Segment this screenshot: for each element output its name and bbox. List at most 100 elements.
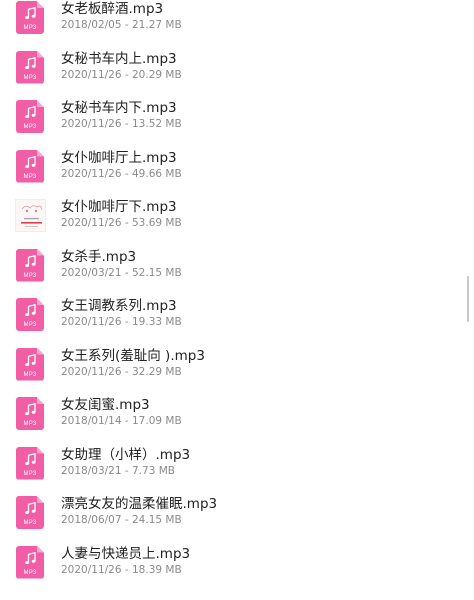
file-ext-label: MP3 [23, 371, 37, 378]
file-ext-label: MP3 [23, 421, 37, 427]
file-name: 女助理（小样）.mp3 [61, 446, 191, 463]
file-size: 52.15 MB [132, 266, 182, 279]
file-meta: 2018/02/05 - 21.27 MB [61, 19, 182, 31]
file-name: 漂亮女友的温柔催眠.mp3 [61, 496, 218, 512]
album-art-thumbnail [15, 199, 46, 232]
mp3-file-icon: MP3 [16, 347, 44, 381]
file-meta: 2020/11/26 - 13.52 MB [61, 118, 182, 130]
file-ext-label: MP3 [23, 272, 37, 279]
meta-separator: - [121, 19, 132, 31]
file-size: 20.29 MB [132, 68, 182, 81]
file-row[interactable]: MP3 漂亮女友的温柔催眠.mp3 2018/06/07 - 24.15 MB [0, 486, 474, 536]
file-meta: 2018/01/14 - 17.09 MB [61, 415, 182, 427]
file-row[interactable]: MP3 女王系列(羞耻向 ).mp3 2020/11/26 - 32.29 MB [0, 338, 474, 388]
file-size: 32.29 MB [132, 365, 182, 378]
file-ext-label: MP3 [23, 25, 37, 31]
page-fold-icon [37, 100, 44, 107]
mp3-file-icon: MP3 [16, 397, 44, 430]
meta-separator: - [121, 514, 132, 526]
file-ext-label: MP3 [23, 173, 37, 180]
file-meta: 2018/06/07 - 24.15 MB [61, 514, 182, 526]
meta-separator: - [121, 118, 132, 130]
file-meta: 2020/11/26 - 20.29 MB [61, 69, 182, 81]
file-ext-label: MP3 [23, 470, 37, 477]
file-meta: 2020/03/21 - 52.15 MB [61, 267, 182, 279]
meta-separator: - [121, 464, 132, 477]
mp3-file-icon: MP3 [16, 248, 44, 282]
file-name: 女老板醉酒.mp3 [61, 1, 164, 17]
page-fold-icon [37, 149, 44, 157]
file-row[interactable]: MP3 女王调教系列.mp3 2020/11/26 - 19.33 MB [0, 288, 474, 338]
file-name: 人妻与快递员上.mp3 [61, 545, 191, 562]
file-date: 2020/11/26 [61, 316, 122, 328]
file-row[interactable]: MP3 女秘书车内下.mp3 2020/11/26 - 13.52 MB [0, 90, 474, 140]
file-ext-label: MP3 [23, 74, 37, 81]
file-row[interactable]: 女仆咖啡厅下.mp3 2020/11/26 - 53.69 MB [0, 189, 474, 239]
mp3-file-icon: MP3 [16, 149, 44, 183]
file-row[interactable]: MP3 人妻与快递员上.mp3 2020/11/26 - 18.39 MB [0, 536, 474, 586]
file-date: 2020/11/26 [61, 167, 122, 180]
file-date: 2018/01/14 [61, 415, 122, 427]
page-fold-icon [37, 298, 44, 305]
file-name: 女杀手.mp3 [61, 248, 137, 265]
meta-separator: - [121, 68, 132, 81]
mp3-file-icon: MP3 [16, 100, 44, 133]
meta-separator: - [121, 266, 132, 279]
file-date: 2020/11/26 [61, 563, 122, 576]
file-size: 7.73 MB [132, 464, 175, 477]
file-row[interactable]: MP3 女老板醉酒.mp3 2018/02/05 - 21.27 MB [0, 0, 474, 41]
file-date: 2020/03/21 [61, 266, 122, 279]
file-date: 2020/11/26 [61, 217, 122, 229]
file-date: 2018/03/21 [61, 464, 122, 477]
file-row[interactable]: MP3 女秘书车内上.mp3 2020/11/26 - 20.29 MB [0, 41, 474, 91]
file-name: 女友闺蜜.mp3 [61, 397, 150, 413]
file-row[interactable]: MP3 女友闺蜜.mp3 2018/01/14 - 17.09 MB [0, 387, 474, 437]
page-fold-icon [37, 446, 44, 454]
mp3-file-icon: MP3 [16, 50, 44, 84]
file-name: 女王调教系列.mp3 [61, 298, 177, 314]
meta-separator: - [121, 316, 132, 328]
file-size: 13.52 MB [132, 118, 182, 130]
file-date: 2020/11/26 [61, 68, 122, 81]
file-size: 49.66 MB [132, 167, 182, 180]
file-name: 女王系列(羞耻向 ).mp3 [61, 347, 205, 364]
file-name: 女仆咖啡厅下.mp3 [61, 199, 177, 215]
meta-separator: - [121, 415, 132, 427]
file-date: 2018/02/05 [61, 19, 122, 31]
page-fold-icon [37, 397, 44, 404]
scrollbar[interactable] [467, 276, 469, 322]
mp3-file-icon: MP3 [16, 545, 44, 579]
file-meta: 2020/11/26 - 18.39 MB [61, 564, 182, 576]
file-meta: 2020/11/26 - 32.29 MB [61, 366, 182, 378]
page-fold-icon [37, 347, 44, 355]
page-fold-icon [37, 50, 44, 58]
file-size: 21.27 MB [132, 19, 182, 31]
file-ext-label: MP3 [23, 569, 37, 576]
meta-separator: - [121, 563, 132, 576]
page-fold-icon [37, 1, 44, 8]
file-size: 24.15 MB [132, 514, 182, 526]
page-fold-icon [37, 545, 44, 553]
file-row[interactable]: MP3 女助理（小样）.mp3 2018/03/21 - 7.73 MB [0, 437, 474, 487]
mp3-file-icon: MP3 [16, 1, 44, 34]
mp3-file-icon: MP3 [16, 496, 44, 529]
file-meta: 2020/11/26 - 19.33 MB [61, 316, 182, 328]
file-date: 2020/11/26 [61, 365, 122, 378]
meta-separator: - [121, 167, 132, 180]
meta-separator: - [121, 365, 132, 378]
file-size: 17.09 MB [132, 415, 182, 427]
file-meta: 2020/11/26 - 49.66 MB [61, 168, 182, 180]
file-size: 18.39 MB [132, 563, 182, 576]
file-row[interactable]: MP3 女杀手.mp3 2020/03/21 - 52.15 MB [0, 239, 474, 289]
page-fold-icon [37, 248, 44, 256]
file-date: 2020/11/26 [61, 118, 122, 130]
file-list: MP3 女老板醉酒.mp3 2018/02/05 - 21.27 MB MP3 女秘书车… [0, 0, 474, 585]
file-row[interactable]: MP3 女仆咖啡厅上.mp3 2020/11/26 - 49.66 MB [0, 140, 474, 190]
file-size: 53.69 MB [132, 217, 182, 229]
file-ext-label: MP3 [23, 322, 37, 328]
file-size: 19.33 MB [132, 316, 182, 328]
file-meta: 2018/03/21 - 7.73 MB [61, 465, 175, 477]
file-ext-label: MP3 [23, 520, 37, 526]
file-name: 女仆咖啡厅上.mp3 [61, 149, 177, 166]
mp3-file-icon: MP3 [16, 446, 44, 480]
